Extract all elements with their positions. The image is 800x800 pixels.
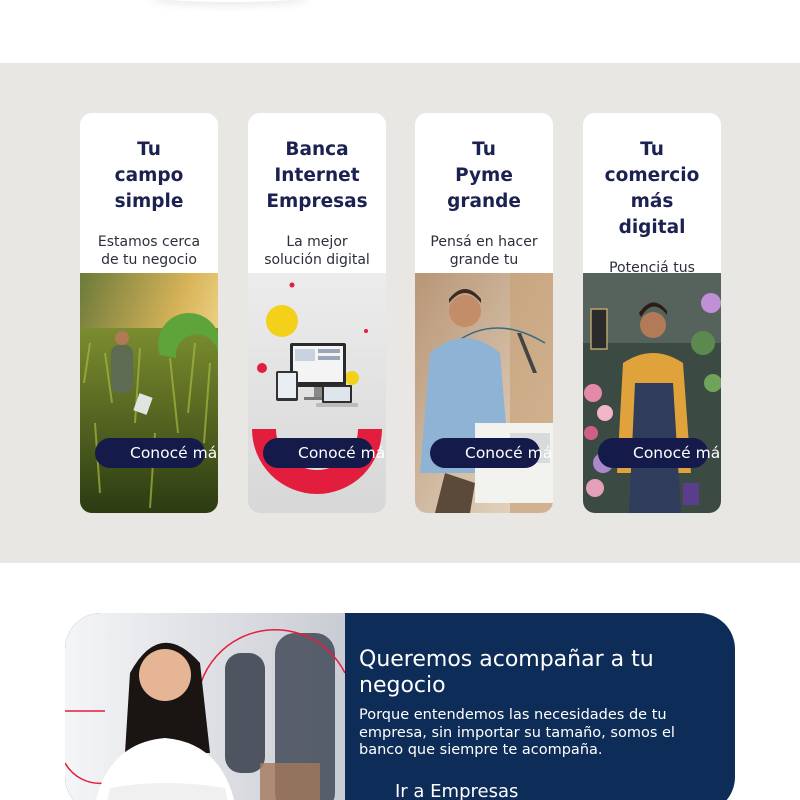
ir-a-empresas-button[interactable]: Ir a Empresas xyxy=(395,779,518,800)
empresas-promo-banner: Queremos acompañar a tu negocio Porque e… xyxy=(65,613,735,800)
conoce-mas-button[interactable]: Conocé más xyxy=(598,438,721,468)
card-campo[interactable]: Tu campo simple Estamos cerca de tu nego… xyxy=(80,113,218,513)
promo-description: Porque entendemos las necesidades de tu … xyxy=(359,707,675,758)
card-image-field xyxy=(80,273,218,513)
card-image-devices xyxy=(248,273,386,513)
conoce-mas-button[interactable]: Conocé más xyxy=(263,438,386,468)
card-pyme[interactable]: Tu Pyme grande Pensá en hacer grande tu xyxy=(415,113,553,513)
card-title: Tu comercio más digital xyxy=(604,139,700,238)
promo-title: Queremos acompañar a tu negocio xyxy=(359,647,654,698)
card-description: Estamos cerca de tu negocio xyxy=(97,234,201,268)
card-image-entrepreneur xyxy=(415,273,553,513)
card-description: Potenciá tus xyxy=(609,260,695,273)
card-comercio[interactable]: Tu comercio más digital Potenciá tus Con… xyxy=(583,113,721,513)
card-title: Banca Internet Empresas xyxy=(266,139,368,212)
conoce-mas-button[interactable]: Conocé más xyxy=(430,438,553,468)
card-image-florist xyxy=(583,273,721,513)
conoce-mas-button[interactable]: Conocé más xyxy=(95,438,218,468)
card-banca-internet[interactable]: Banca Internet Empresas La mejor solució… xyxy=(248,113,386,513)
top-strip xyxy=(0,0,800,63)
card-description: La mejor solución digital xyxy=(264,234,370,268)
top-shadow xyxy=(150,0,310,2)
products-section: Tu campo simple Estamos cerca de tu nego… xyxy=(0,63,800,563)
promo-image-businesswoman xyxy=(65,613,345,800)
card-description: Pensá en hacer grande tu xyxy=(430,234,538,268)
promo-text-block: Queremos acompañar a tu negocio Porque e… xyxy=(359,647,679,760)
card-title: Tu campo simple xyxy=(114,139,184,212)
card-title: Tu Pyme grande xyxy=(447,139,521,212)
